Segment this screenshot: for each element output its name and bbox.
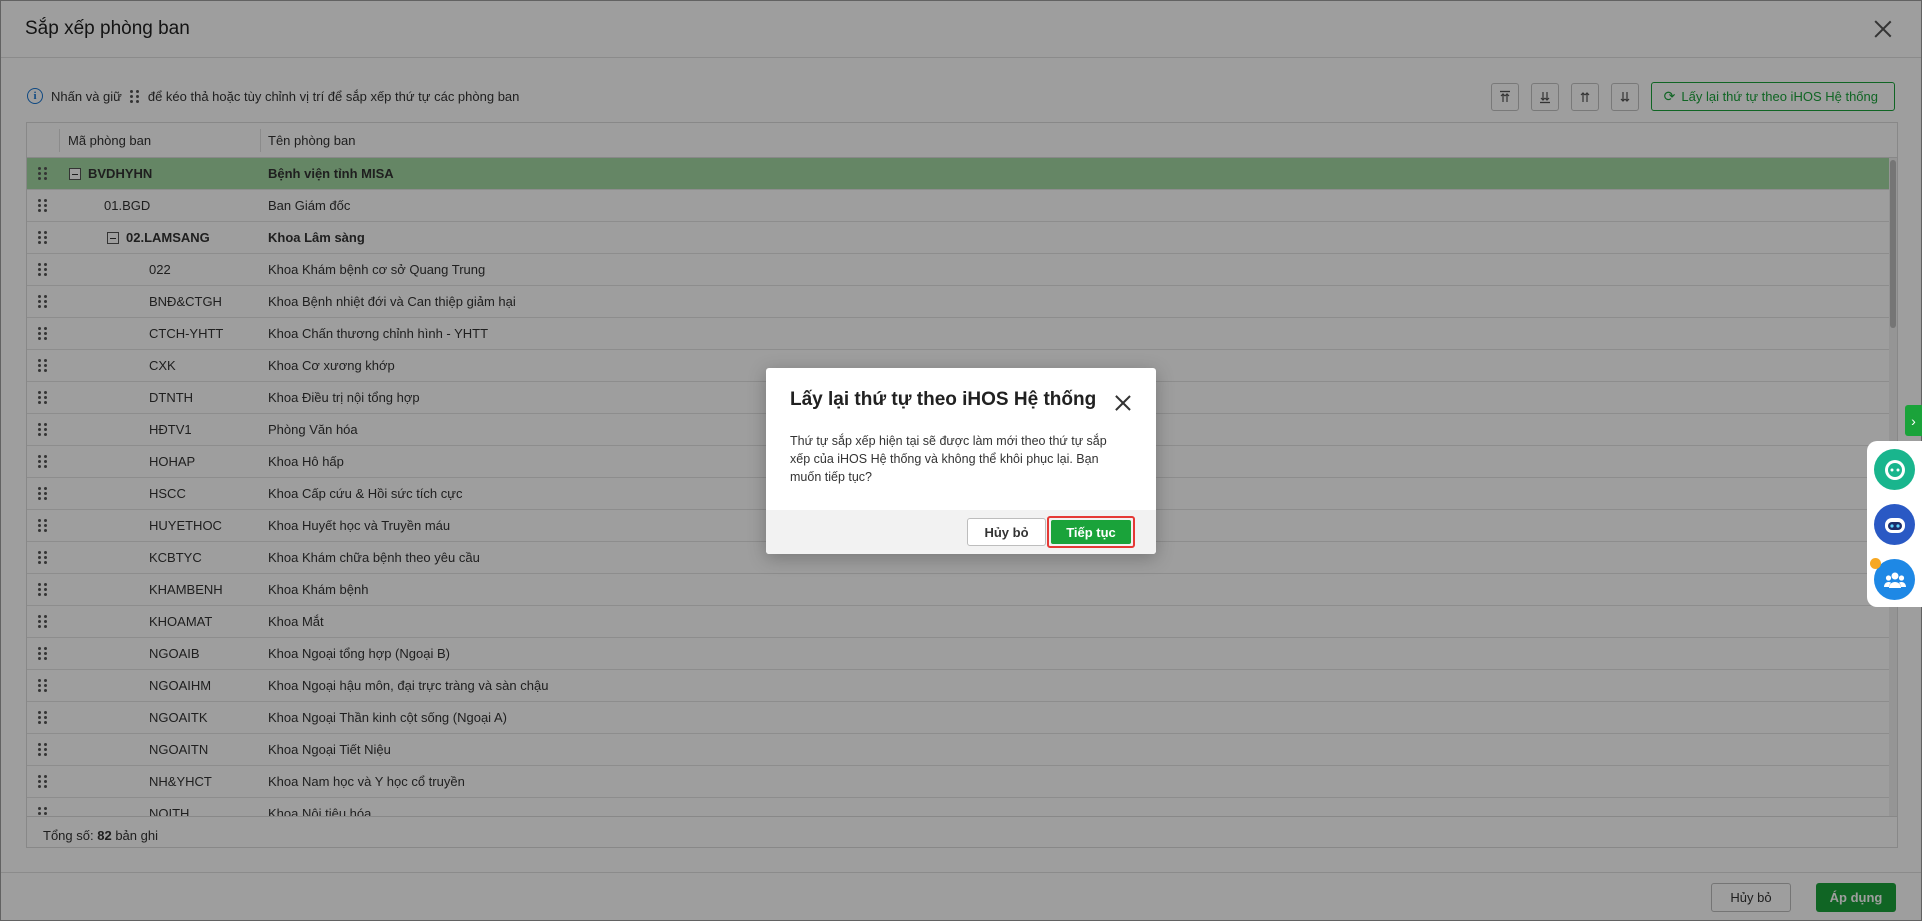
dialog-continue-highlight: Tiếp tục xyxy=(1047,516,1135,548)
robot-icon[interactable] xyxy=(1874,504,1915,545)
dialog-message: Thứ tự sắp xếp hiện tại sẽ được làm mới … xyxy=(790,434,1107,484)
side-widget-panel xyxy=(1867,441,1922,607)
confirm-reset-dialog: Lấy lại thứ tự theo iHOS Hệ thống Thứ tự… xyxy=(766,368,1156,554)
dialog-footer: Hủy bỏ Tiếp tục xyxy=(766,510,1156,554)
dialog-continue-button[interactable]: Tiếp tục xyxy=(1051,520,1131,544)
dialog-close-icon[interactable] xyxy=(1115,395,1131,411)
dialog-cancel-button[interactable]: Hủy bỏ xyxy=(967,518,1046,546)
chat-icon[interactable] xyxy=(1874,449,1915,490)
expand-side-panel-button[interactable]: › xyxy=(1905,405,1922,436)
dialog-title: Lấy lại thứ tự theo iHOS Hệ thống xyxy=(790,389,1097,410)
notification-dot xyxy=(1870,558,1881,569)
